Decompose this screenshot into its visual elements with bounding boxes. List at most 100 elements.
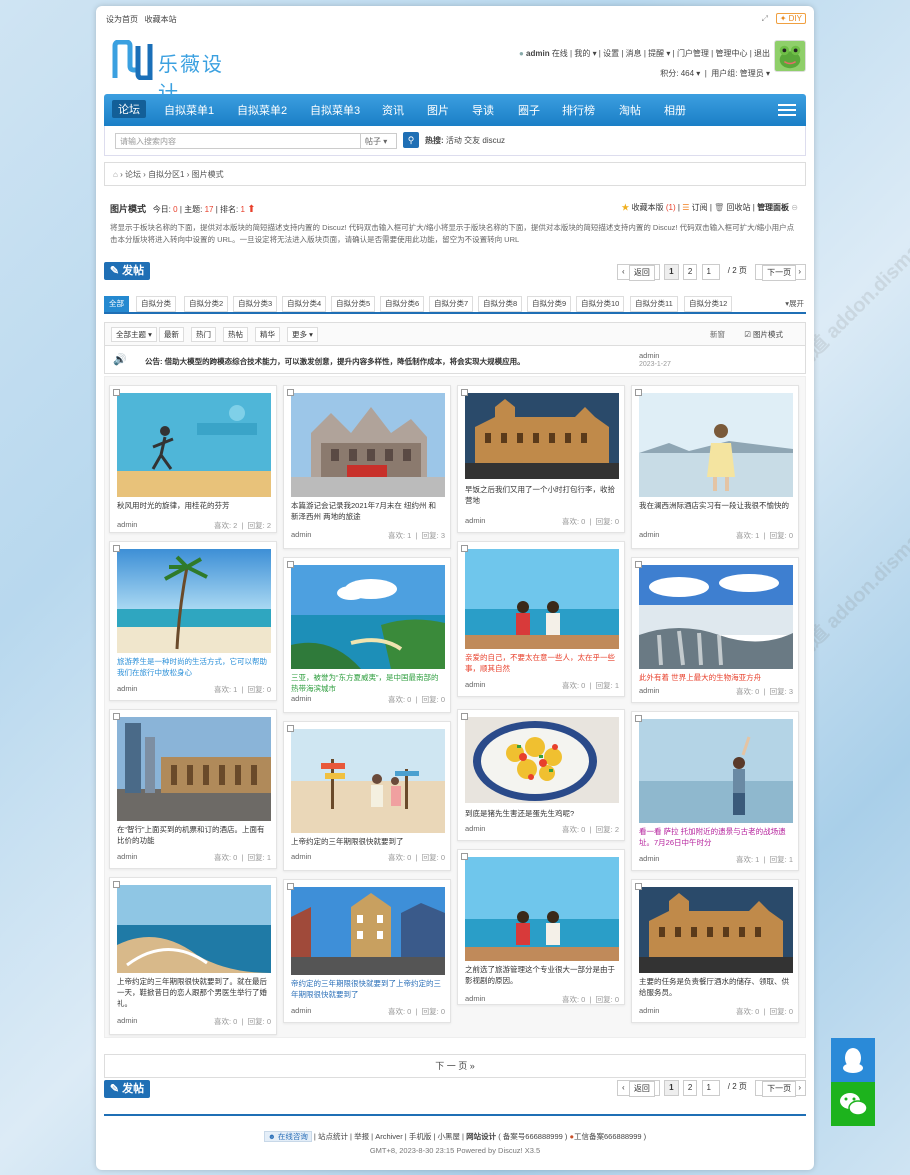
nav-pictures[interactable]: 图片 [427, 102, 449, 118]
select-checkbox[interactable] [113, 713, 120, 720]
category-tab[interactable]: 自拟分类2 [184, 296, 229, 312]
load-next-page[interactable]: 下 一 页 » [104, 1054, 806, 1078]
points-label[interactable]: 积分: 464 [660, 69, 694, 78]
page-2[interactable]: 2 [682, 264, 698, 280]
hot-item[interactable]: 活动 [446, 136, 462, 145]
announcement-author[interactable]: admin [639, 351, 659, 360]
group-label[interactable]: 用户组: 管理员 [711, 69, 763, 78]
thread-image[interactable] [639, 887, 793, 973]
category-tab[interactable]: 自拟分类11 [630, 296, 678, 312]
thread-author[interactable]: admin [465, 994, 485, 1003]
thread-title[interactable]: 主要的任务是负责餐厅酒水的储存、领取、供给服务员。 [639, 976, 793, 998]
set-home-link[interactable]: 设为首页 [106, 15, 138, 24]
thread-image[interactable] [291, 565, 445, 669]
select-checkbox[interactable] [461, 853, 468, 860]
thread-card[interactable]: 亲爱的自己，不要太在意一些人，太在乎一些事，顺其自然 admin 喜欢: 0 | … [457, 541, 625, 697]
thread-title[interactable]: 帝约定的三年期限很快就要到了上帝约定的三年期限很快就要到了 [291, 978, 445, 1000]
announcement-text[interactable]: 公告: 借助大模型的跨模态综合技术能力，可以激发创意，提升内容多样性，降低制作成… [145, 356, 525, 367]
favorite-forum-link[interactable]: 收藏本版 [632, 203, 664, 212]
filter-hot-posts[interactable]: 热帖 [223, 327, 248, 342]
footer-link[interactable]: 举报 [354, 1132, 369, 1141]
page-input[interactable]: 1 [701, 1080, 720, 1096]
diy-button[interactable]: ✦ DIY [775, 13, 806, 24]
select-checkbox[interactable] [287, 389, 294, 396]
nav-ranking[interactable]: 排行榜 [562, 102, 595, 118]
next-page-button[interactable]: 下一页 › [755, 1080, 806, 1097]
thread-author[interactable]: admin [291, 530, 311, 539]
filter-hot[interactable]: 热门 [191, 327, 216, 342]
site-name[interactable]: 网站设计 [466, 1132, 496, 1141]
nav-news[interactable]: 资讯 [382, 102, 404, 118]
select-checkbox[interactable] [635, 561, 642, 568]
footer-link[interactable]: 站点统计 [318, 1132, 348, 1141]
thread-title[interactable]: 看一看 萨拉 托加附近的遗景与古老的战场遗址。7月26日中午时分 [639, 826, 793, 848]
thread-card[interactable]: 旅游养生是一种时尚的生活方式，它可以帮助我们在旅行中放松身心 admin 喜欢: … [109, 541, 277, 701]
expand-categories[interactable]: ▾展开 [785, 298, 804, 309]
nav-my[interactable]: 我的 [574, 49, 590, 58]
category-tab[interactable]: 自拟分类5 [331, 296, 376, 312]
thread-image[interactable] [291, 887, 445, 975]
category-tab[interactable]: 自拟分类9 [527, 296, 572, 312]
thread-title[interactable]: 我在澜西洲际酒店实习有一段让我很不愉快的 [639, 500, 793, 511]
online-consult-button[interactable]: ☻ 在线咨询 [263, 1131, 312, 1142]
thread-image[interactable] [117, 885, 271, 973]
recycle-bin-link[interactable]: 回收站 [727, 203, 751, 212]
new-window-toggle[interactable]: 新窗 [710, 329, 725, 340]
avatar[interactable] [774, 40, 806, 72]
footer-link[interactable]: 小黑屋 [437, 1132, 460, 1141]
post-button-bottom[interactable]: ✎ 发帖 [104, 1080, 150, 1098]
select-checkbox[interactable] [635, 389, 642, 396]
thread-author[interactable]: admin [291, 694, 311, 703]
thread-author[interactable]: admin [117, 684, 137, 693]
police-record[interactable]: 工信备案666888999 ) [574, 1132, 646, 1141]
nav-taotie[interactable]: 淘帖 [619, 102, 641, 118]
nav-circle[interactable]: 圈子 [518, 102, 540, 118]
thread-image[interactable] [117, 393, 271, 497]
search-type-select[interactable]: 帖子 ▾ [361, 133, 397, 149]
thread-image[interactable] [465, 717, 619, 803]
hot-item[interactable]: 交友 [464, 136, 480, 145]
thread-title[interactable]: 此外有着 世界上最大的生物海亚方舟 [639, 672, 793, 683]
category-tab[interactable]: 自拟分类6 [380, 296, 425, 312]
thread-author[interactable]: admin [639, 686, 659, 695]
thread-title[interactable]: 秋风用时光的旋律，用桂花的芬芳 [117, 500, 271, 511]
thread-card[interactable]: 秋风用时光的旋律，用桂花的芬芳 admin 喜欢: 2 | 回复: 2 [109, 385, 277, 533]
select-checkbox[interactable] [113, 545, 120, 552]
thread-card[interactable]: 主要的任务是负责餐厅酒水的储存、领取、供给服务员。 admin 喜欢: 0 | 回… [631, 879, 799, 1023]
home-icon[interactable]: ⌂ [113, 170, 118, 179]
category-tab[interactable]: 自拟分类3 [233, 296, 278, 312]
thread-author[interactable]: admin [465, 824, 485, 833]
site-logo[interactable]: 乐薇设计 [112, 40, 242, 105]
nav-menu1[interactable]: 自拟菜单1 [164, 102, 214, 118]
select-checkbox[interactable] [287, 883, 294, 890]
nav-logout[interactable]: 退出 [754, 49, 770, 58]
thread-card[interactable]: 我在澜西洲际酒店实习有一段让我很不愉快的 admin 喜欢: 1 | 回复: 0 [631, 385, 799, 549]
thread-author[interactable]: admin [291, 852, 311, 861]
thread-title[interactable]: 亲爱的自己，不要太在意一些人，太在乎一些事，顺其自然 [465, 652, 619, 674]
thread-author[interactable]: admin [117, 1016, 137, 1025]
filter-latest[interactable]: 最新 [159, 327, 184, 342]
nav-reminders[interactable]: 提醒 [648, 49, 664, 58]
thread-card[interactable]: 上帝约定的三年期限很快就要到了。就在最后一天，鞋掀昔日的恋人跟那个男医生举行了婚… [109, 877, 277, 1035]
thread-card[interactable]: 帝约定的三年期限很快就要到了上帝约定的三年期限很快就要到了 admin 喜欢: 0… [283, 879, 451, 1023]
category-tab[interactable]: 自拟分类4 [282, 296, 327, 312]
thread-title[interactable]: 三亚，被誉为“东方夏威夷”，是中国最南部的热带海滨城市 [291, 672, 445, 694]
thread-card[interactable]: 早饭之后我们又用了一个小时打包行李，收拾营地 admin 喜欢: 0 | 回复: … [457, 385, 625, 533]
filter-more[interactable]: 更多 ▾ [287, 327, 318, 342]
category-tab[interactable]: 自拟分类 [136, 296, 176, 312]
back-button[interactable]: ‹ 返回 [617, 264, 660, 281]
wechat-button[interactable] [831, 1082, 875, 1126]
thread-card[interactable]: 之前选了旅游管理这个专业很大一部分是由于影视剧的原因。 admin 喜欢: 0 |… [457, 849, 625, 1005]
nav-messages[interactable]: 消息 [626, 49, 642, 58]
thread-author[interactable]: admin [639, 854, 659, 863]
thread-title[interactable]: 早饭之后我们又用了一个小时打包行李，收拾营地 [465, 484, 619, 506]
bookmark-link[interactable]: 收藏本站 [145, 15, 177, 24]
category-tab[interactable]: 自拟分类10 [576, 296, 625, 312]
filter-digest[interactable]: 精华 [255, 327, 280, 342]
nav-forum[interactable]: 论坛 [112, 100, 146, 118]
category-tab[interactable]: 自拟分类7 [429, 296, 474, 312]
post-button[interactable]: ✎ 发帖 [104, 262, 150, 280]
menu-icon[interactable] [778, 104, 796, 116]
thread-author[interactable]: admin [639, 530, 659, 539]
thread-title[interactable]: 上帝约定的三年期限很快就要到了 [291, 836, 445, 847]
